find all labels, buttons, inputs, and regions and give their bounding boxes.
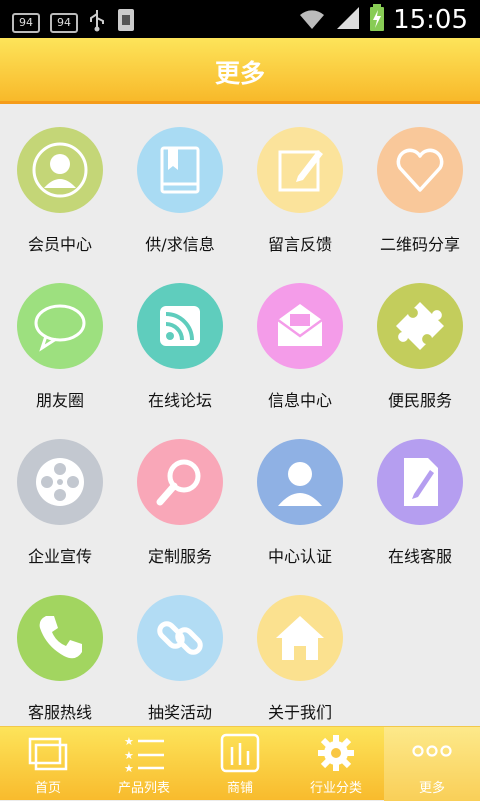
grid-item-forum[interactable]: 在线论坛 <box>120 260 240 416</box>
wifi-icon <box>297 5 327 35</box>
tab-more[interactable]: 更多 <box>384 727 480 801</box>
notification-box-2: 94 <box>50 13 78 33</box>
rss-icon <box>150 296 210 356</box>
magnifier-icon <box>150 452 210 512</box>
tab-label: 行业分类 <box>288 777 384 796</box>
grid-item-label: 中心认证 <box>240 543 360 567</box>
tab-label: 产品列表 <box>96 777 192 796</box>
link-icon <box>150 608 210 668</box>
grid-item-lottery[interactable]: 抽奖活动 <box>120 572 240 728</box>
grid-item-label: 企业宣传 <box>0 543 120 567</box>
forum-badge <box>137 283 223 369</box>
sim-icon <box>116 7 138 38</box>
online-support-badge <box>377 439 463 525</box>
gear-icon <box>314 733 358 773</box>
person-icon <box>30 140 90 200</box>
grid-item-label: 二维码分享 <box>360 231 480 255</box>
film-reel-icon <box>30 452 90 512</box>
grid-item-label: 留言反馈 <box>240 231 360 255</box>
grid-item-label: 在线论坛 <box>120 387 240 411</box>
chat-bubble-icon <box>30 296 90 356</box>
grid-item-label: 便民服务 <box>360 387 480 411</box>
tab-label: 商铺 <box>192 777 288 796</box>
grid-item-message-center[interactable]: 信息中心 <box>240 260 360 416</box>
phone-icon <box>30 608 90 668</box>
document-edit-icon <box>390 452 450 512</box>
tab-label: 更多 <box>384 777 480 796</box>
about-us-badge <box>257 595 343 681</box>
feature-grid: 会员中心 供/求信息 留言反馈 二维码分享 朋友圈 在线论坛 信息中 <box>0 104 480 726</box>
grid-item-label: 在线客服 <box>360 543 480 567</box>
grid-item-qr-share[interactable]: 二维码分享 <box>360 104 480 260</box>
grid-item-label: 供/求信息 <box>120 231 240 255</box>
usb-icon <box>88 8 106 37</box>
grid-item-about-us[interactable]: 关于我们 <box>240 572 360 728</box>
status-indicators: 15:05 <box>297 4 468 36</box>
tab-industry-category[interactable]: 行业分类 <box>288 727 384 801</box>
user-avatar-icon <box>270 452 330 512</box>
grid-item-label: 定制服务 <box>120 543 240 567</box>
bottom-tab-bar: 首页 ★★★ 产品列表 商铺 行业分类 更多 <box>0 726 480 800</box>
custom-service-badge <box>137 439 223 525</box>
tab-product-list[interactable]: ★★★ 产品列表 <box>96 727 192 801</box>
grid-item-custom-service[interactable]: 定制服务 <box>120 416 240 572</box>
heart-icon <box>390 140 450 200</box>
grid-item-label: 客服热线 <box>0 699 120 723</box>
certification-badge <box>257 439 343 525</box>
grid-item-label: 会员中心 <box>0 231 120 255</box>
star-list-icon: ★★★ <box>122 733 166 773</box>
grid-item-public-service[interactable]: 便民服务 <box>360 260 480 416</box>
feedback-badge <box>257 127 343 213</box>
grid-item-feedback[interactable]: 留言反馈 <box>240 104 360 260</box>
lottery-badge <box>137 595 223 681</box>
signal-icon <box>335 5 361 35</box>
tab-home[interactable]: 首页 <box>0 727 96 801</box>
grid-item-member-center[interactable]: 会员中心 <box>0 104 120 260</box>
svg-text:★: ★ <box>124 735 134 748</box>
moments-badge <box>17 283 103 369</box>
grid-item-supply-demand[interactable]: 供/求信息 <box>120 104 240 260</box>
grid-item-label: 朋友圈 <box>0 387 120 411</box>
mail-icon <box>270 296 330 356</box>
supply-demand-badge <box>137 127 223 213</box>
member-center-badge <box>17 127 103 213</box>
svg-text:★: ★ <box>124 749 134 762</box>
page-title: 更多 <box>0 54 480 90</box>
book-icon <box>150 140 210 200</box>
grid-item-company-promo[interactable]: 企业宣传 <box>0 416 120 572</box>
grid-item-hotline[interactable]: 客服热线 <box>0 572 120 728</box>
edit-note-icon <box>270 140 330 200</box>
grid-item-label: 信息中心 <box>240 387 360 411</box>
grid-item-online-support[interactable]: 在线客服 <box>360 416 480 572</box>
hotline-badge <box>17 595 103 681</box>
battery-icon <box>369 4 385 36</box>
grid-item-moments[interactable]: 朋友圈 <box>0 260 120 416</box>
notification-box-1: 94 <box>12 13 40 33</box>
grid-item-certification[interactable]: 中心认证 <box>240 416 360 572</box>
windows-icon <box>26 733 70 773</box>
status-bar: 94 94 15:05 <box>0 0 480 38</box>
tab-label: 首页 <box>0 777 96 796</box>
public-service-badge <box>377 283 463 369</box>
home-icon <box>270 608 330 668</box>
qr-share-badge <box>377 127 463 213</box>
title-bar: 更多 <box>0 38 480 104</box>
svg-text:★: ★ <box>124 762 134 773</box>
grid-item-label: 关于我们 <box>240 699 360 723</box>
puzzle-icon <box>390 296 450 356</box>
company-promo-badge <box>17 439 103 525</box>
tab-shop[interactable]: 商铺 <box>192 727 288 801</box>
shop-icon <box>218 733 262 773</box>
clock: 15:05 <box>393 5 468 35</box>
message-center-badge <box>257 283 343 369</box>
grid-item-label: 抽奖活动 <box>120 699 240 723</box>
status-notifications: 94 94 <box>12 7 138 38</box>
more-dots-icon <box>410 733 454 773</box>
